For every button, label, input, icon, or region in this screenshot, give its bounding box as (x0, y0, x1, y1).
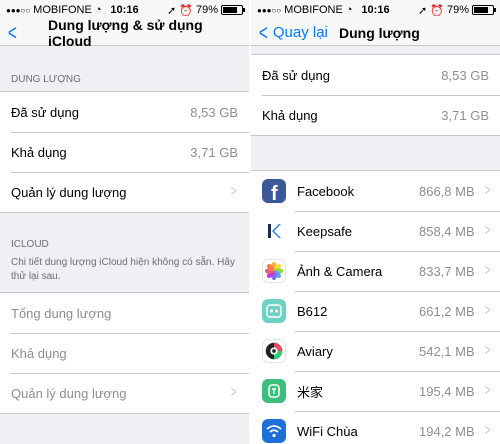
app-name: Keepsafe (297, 223, 352, 239)
wifi-icon: ◔ (345, 4, 353, 16)
location-icon: ➚ (418, 4, 428, 17)
navigation-bar: < Dung lượng & sử dụng iCloud (0, 16, 249, 49)
app-row-mijia[interactable]: 米家 195,4 MB > (251, 371, 500, 411)
storage-group: Đã sử dụng 8,53 GB Khả dụng 3,71 GB Quản… (0, 91, 249, 213)
app-row-wifi-chua[interactable]: WiFi Chùa 194,2 MB > (251, 411, 500, 444)
chevron-right-icon: > (484, 422, 491, 439)
facebook-icon: f (262, 179, 286, 203)
icloud-group: Tổng dung lượng Khả dụng Quản lý dung lư… (0, 292, 249, 414)
chevron-right-icon: > (230, 384, 237, 401)
app-name: WiFi Chùa (297, 423, 358, 439)
app-name: Ảnh & Camera (297, 263, 383, 279)
app-name: 米家 (297, 384, 324, 400)
app-size: 661,2 MB (419, 303, 475, 319)
b612-icon (262, 299, 286, 323)
row-icloud-available: Khả dụng (0, 333, 249, 373)
row-available: Khả dụng 3,71 GB (251, 95, 500, 135)
svg-text:f: f (271, 183, 278, 203)
app-size: 833,7 MB (419, 263, 475, 279)
signal-icon: ●●●○○ (257, 5, 282, 15)
carrier-label: MOBIFONE (284, 4, 343, 16)
storage-summary-group: Đã sử dụng 8,53 GB Khả dụng 3,71 GB (251, 54, 500, 136)
row-label: Quản lý dung lượng (11, 184, 127, 200)
app-name: Aviary (297, 343, 333, 359)
page-title: Dung lượng (339, 24, 420, 41)
mijia-icon (262, 379, 286, 403)
row-value: 8,53 GB (441, 67, 489, 83)
carrier-label: MOBIFONE (33, 4, 92, 16)
row-label: Khả dụng (11, 345, 67, 361)
photos-icon (262, 259, 286, 283)
battery-icon (221, 5, 245, 15)
chevron-left-icon: < (7, 19, 17, 45)
app-row-photos[interactable]: Ảnh & Camera 833,7 MB > (251, 251, 500, 291)
storage-screen: ●●●○○ MOBIFONE ◔ 10:16 ➚ ⏰ 79% < Quay lạ… (251, 0, 500, 444)
back-button[interactable]: < (0, 19, 22, 45)
aviary-icon (262, 339, 286, 363)
app-row-b612[interactable]: B612 661,2 MB > (251, 291, 500, 331)
chevron-right-icon: > (484, 182, 491, 199)
section-header-icloud: ICLOUD (11, 239, 49, 250)
battery-percent: 79% (446, 4, 469, 16)
battery-icon (472, 5, 496, 15)
manage-storage-button[interactable]: Quản lý dung lượng > (0, 172, 249, 212)
wifi-chua-icon (262, 419, 286, 443)
chevron-right-icon: > (484, 302, 491, 319)
battery-percent: 79% (195, 4, 218, 16)
app-size: 866,8 MB (419, 183, 475, 199)
row-value: 3,71 GB (190, 144, 238, 160)
app-row-facebook[interactable]: f Facebook 866,8 MB > (251, 171, 500, 211)
app-row-keepsafe[interactable]: Keepsafe 858,4 MB > (251, 211, 500, 251)
app-row-aviary[interactable]: Aviary 542,1 MB > (251, 331, 500, 371)
app-list: f Facebook 866,8 MB > Keepsafe 858,4 MB … (251, 170, 500, 444)
alarm-icon: ⏰ (179, 4, 193, 17)
row-label: Quản lý dung lượng (11, 385, 127, 401)
row-available: Khả dụng 3,71 GB (0, 132, 249, 172)
row-label: Khả dụng (262, 107, 318, 123)
app-size: 195,4 MB (419, 383, 475, 399)
row-value: 8,53 GB (190, 104, 238, 120)
row-used: Đã sử dụng 8,53 GB (0, 92, 249, 132)
row-label: Khả dụng (11, 144, 67, 160)
app-size: 194,2 MB (419, 423, 475, 439)
app-name: Facebook (297, 183, 355, 199)
location-icon: ➚ (167, 4, 177, 17)
alarm-icon: ⏰ (430, 4, 444, 17)
chevron-right-icon: > (230, 183, 237, 200)
row-label: Đã sử dụng (11, 104, 79, 120)
icloud-unavailable-note: Chi tiết dung lượng iCloud hiện không có… (11, 257, 235, 282)
keepsafe-icon (262, 219, 286, 243)
row-total-storage: Tổng dung lượng (0, 293, 249, 333)
icloud-manage-storage-button[interactable]: Quản lý dung lượng > (0, 373, 249, 413)
icloud-storage-screen: ●●●○○ MOBIFONE ◔ 10:16 ➚ ⏰ 79% < Dung lư… (0, 0, 249, 444)
wifi-icon: ◔ (94, 4, 102, 16)
back-button[interactable]: < Quay lại (251, 19, 328, 45)
chevron-left-icon: < (258, 19, 268, 45)
row-used: Đã sử dụng 8,53 GB (251, 55, 500, 95)
status-bar: ●●●○○ MOBIFONE ◔ 10:16 ➚ ⏰ 79% (251, 0, 500, 20)
chevron-right-icon: > (484, 222, 491, 239)
app-name: B612 (297, 303, 328, 319)
navigation-bar: < Quay lại Dung lượng (251, 20, 500, 46)
app-size: 858,4 MB (419, 223, 475, 239)
chevron-right-icon: > (484, 382, 491, 399)
signal-icon: ●●●○○ (6, 5, 31, 15)
chevron-right-icon: > (484, 342, 491, 359)
row-value: 3,71 GB (441, 107, 489, 123)
chevron-right-icon: > (484, 262, 491, 279)
section-header-storage: DUNG LƯỢNG (11, 74, 81, 85)
row-label: Đã sử dụng (262, 67, 330, 83)
app-size: 542,1 MB (419, 343, 475, 359)
page-title: Dung lượng & sử dụng iCloud (48, 16, 203, 49)
back-label: Quay lại (272, 24, 328, 41)
row-label: Tổng dung lượng (11, 305, 112, 321)
